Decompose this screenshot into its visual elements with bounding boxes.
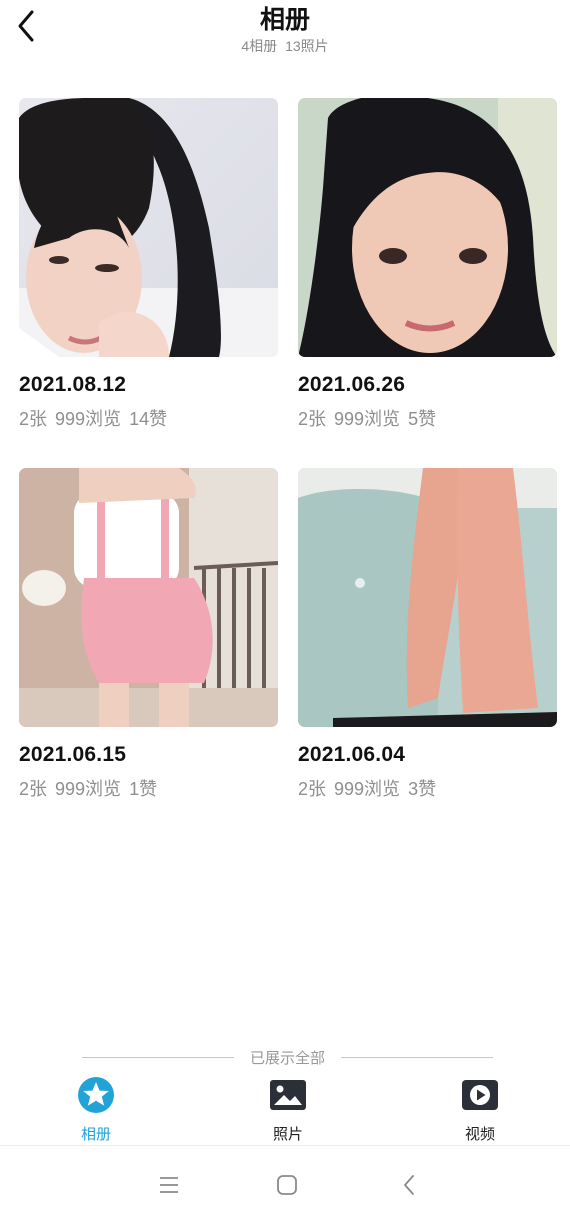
video-play-icon — [461, 1076, 499, 1114]
view-count: 999浏览 — [334, 409, 401, 429]
page-subtitle: 4相册 13照片 — [0, 36, 570, 56]
like-count: 14赞 — [129, 409, 168, 429]
menu-button[interactable] — [152, 1168, 186, 1202]
tab-label: 视频 — [464, 1126, 495, 1143]
album-grid: 2021.08.12 2张 999浏览 14赞 2021.06.26 2张 999浏览… — [19, 98, 557, 801]
album-card[interactable]: 2021.06.15 2张 999浏览 1赞 — [19, 468, 278, 801]
back-chevron-icon — [404, 1175, 414, 1195]
album-card[interactable]: 2021.06.26 2张 999浏览 5赞 — [298, 98, 557, 431]
photo-total: 2张 — [19, 779, 48, 799]
end-of-list-note: 已展示全部 — [82, 1046, 494, 1068]
photo-total: 2张 — [298, 779, 327, 799]
album-star-icon — [77, 1076, 115, 1114]
divider-line — [341, 1056, 494, 1058]
page-title: 相册 — [259, 6, 310, 34]
like-count: 5赞 — [408, 409, 437, 429]
album-count: 4相册 — [241, 38, 278, 54]
view-count: 999浏览 — [334, 779, 401, 799]
album-stats: 2张 999浏览 3赞 — [298, 775, 557, 801]
album-date: 2021.06.04 — [298, 743, 406, 766]
tab-photos[interactable]: 照片 — [228, 1072, 348, 1144]
album-stats: 2张 999浏览 14赞 — [19, 405, 278, 431]
photo-icon — [269, 1076, 307, 1114]
like-count: 1赞 — [129, 779, 158, 799]
album-card[interactable]: 2021.06.04 2张 999浏览 3赞 — [298, 468, 557, 801]
album-date: 2021.08.12 — [19, 373, 127, 396]
view-count: 999浏览 — [55, 779, 122, 799]
home-button[interactable] — [270, 1168, 304, 1202]
top-bar: 相册 4相册 13照片 — [0, 0, 570, 70]
home-square-icon — [277, 1175, 297, 1195]
view-count: 999浏览 — [55, 409, 122, 429]
album-cover[interactable] — [19, 468, 278, 727]
tab-label: 相册 — [80, 1126, 111, 1143]
album-cover[interactable] — [298, 98, 557, 357]
album-stats: 2张 999浏览 1赞 — [19, 775, 278, 801]
album-stats: 2张 999浏览 5赞 — [298, 405, 557, 431]
album-card[interactable]: 2021.08.12 2张 999浏览 14赞 — [19, 98, 278, 431]
end-note-text: 已展示全部 — [250, 1049, 326, 1067]
like-count: 3赞 — [408, 779, 437, 799]
album-date: 2021.06.15 — [19, 743, 127, 766]
system-nav-bar — [0, 1146, 570, 1222]
photo-total: 2张 — [298, 409, 327, 429]
photo-count: 13照片 — [285, 38, 329, 54]
album-cover[interactable] — [19, 98, 278, 357]
tab-videos[interactable]: 视频 — [420, 1072, 540, 1144]
system-back-button[interactable] — [392, 1168, 426, 1202]
divider-line — [82, 1056, 234, 1058]
tab-label: 照片 — [272, 1126, 303, 1143]
album-cover[interactable] — [298, 468, 557, 727]
photo-total: 2张 — [19, 409, 48, 429]
menu-icon — [160, 1177, 178, 1193]
album-date: 2021.06.26 — [298, 373, 406, 396]
tab-album[interactable]: 相册 — [36, 1072, 156, 1144]
bottom-tab-bar: 相册 照片 视频 — [0, 1072, 570, 1144]
